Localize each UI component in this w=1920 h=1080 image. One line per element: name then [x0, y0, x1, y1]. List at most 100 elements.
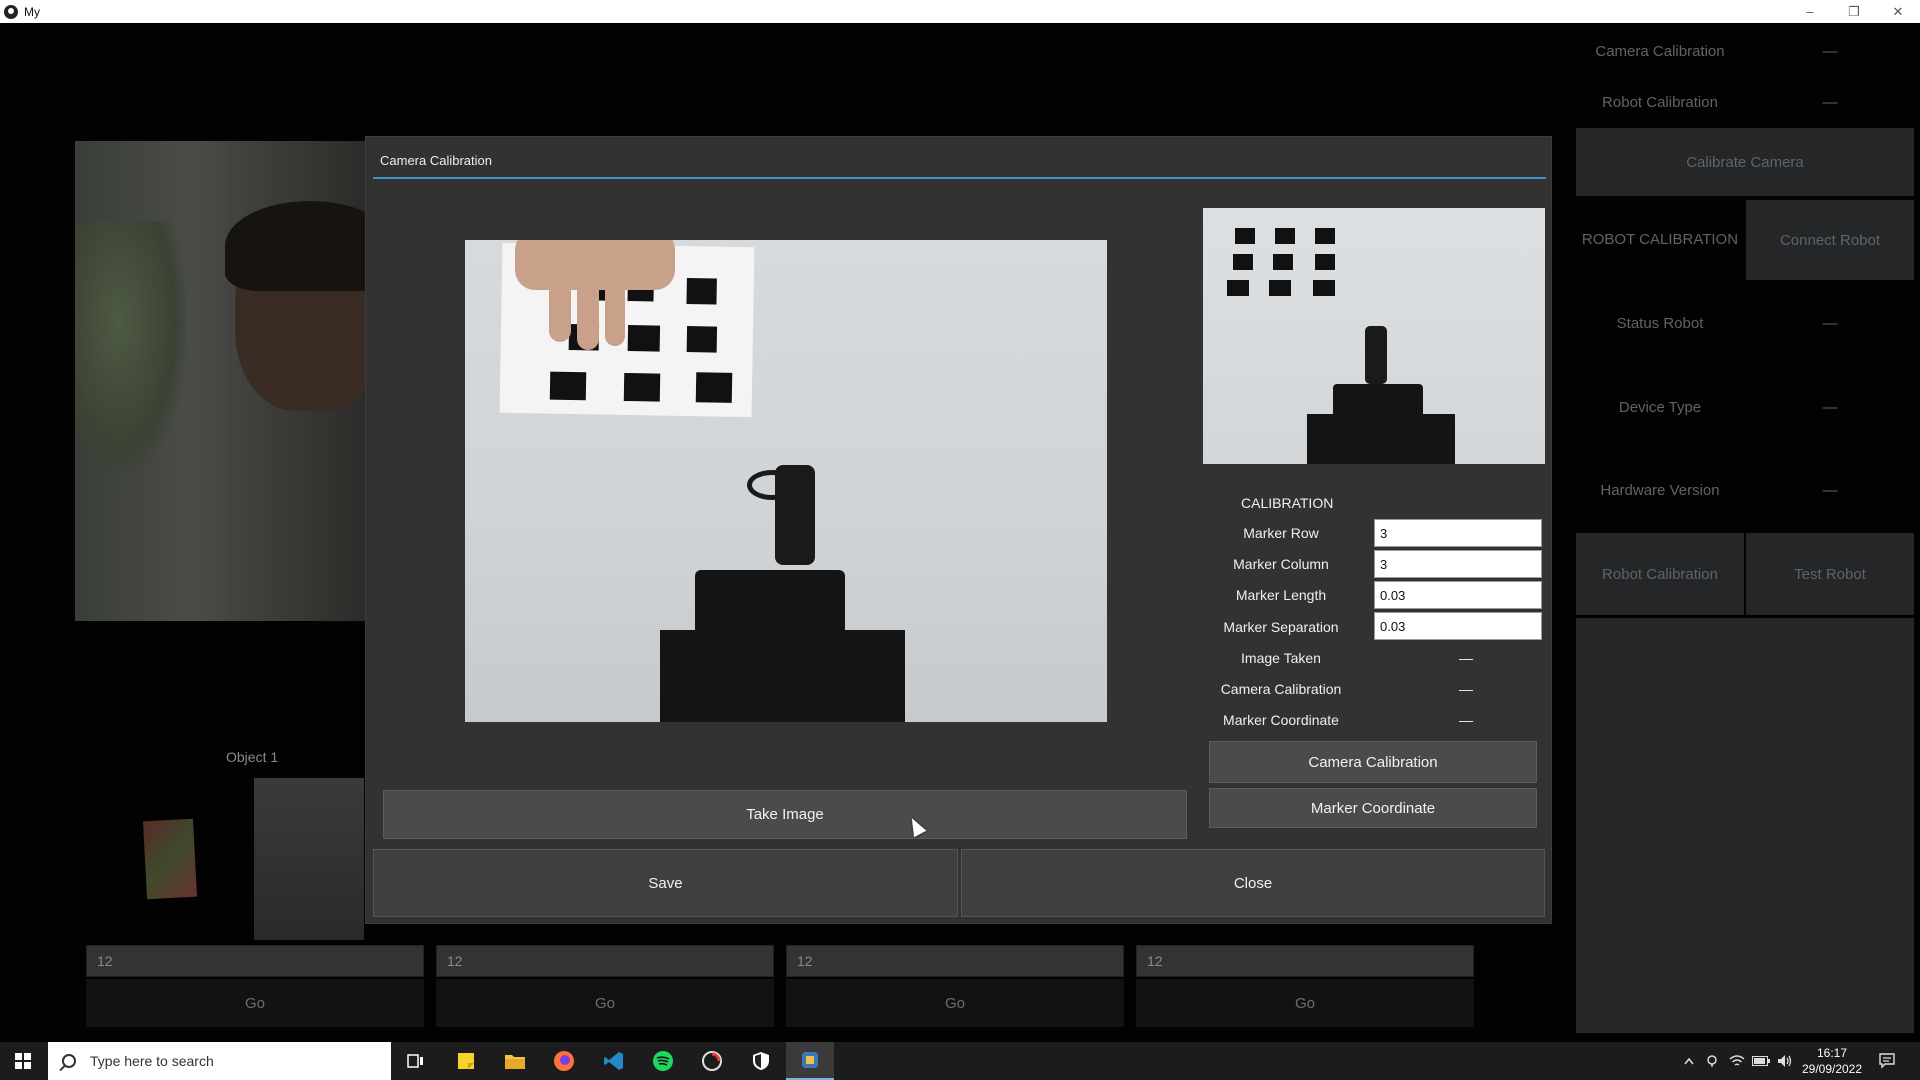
aruco-marker	[1313, 280, 1335, 296]
robot-cable	[747, 470, 797, 500]
take-image-button[interactable]: Take Image	[383, 790, 1187, 839]
volume-icon[interactable]	[1774, 1042, 1796, 1080]
marker-coordinate-status-value: —	[1459, 712, 1473, 728]
slot-4: 12 Go	[1136, 945, 1474, 1027]
task-view-icon[interactable]	[392, 1042, 440, 1080]
app-icon-red[interactable]	[688, 1042, 736, 1080]
close-button[interactable]: Close	[961, 849, 1545, 917]
robot-base-side	[1307, 414, 1343, 464]
camera-calibration-label: Camera Calibration	[1595, 43, 1725, 60]
slot-input[interactable]: 12	[86, 945, 424, 977]
taskbar-clock[interactable]: 16:17 29/09/2022	[1796, 1045, 1868, 1077]
sticky-notes-icon[interactable]	[442, 1042, 490, 1080]
aruco-marker	[1233, 254, 1253, 270]
marker-length-input[interactable]	[1374, 581, 1542, 609]
go-button[interactable]: Go	[436, 979, 774, 1027]
camera-calibration-status-value: —	[1459, 681, 1473, 697]
marker-column-label: Marker Column	[1233, 556, 1329, 572]
go-button[interactable]: Go	[1136, 979, 1474, 1027]
aruco-marker	[1235, 228, 1255, 244]
marker-coordinate-button[interactable]: Marker Coordinate	[1209, 788, 1537, 828]
tray-chevron-icon[interactable]	[1680, 1042, 1698, 1080]
finger	[577, 270, 599, 350]
calibration-preview	[1203, 208, 1545, 464]
camera-calibration-value: —	[1822, 43, 1838, 60]
window-title: My	[24, 4, 40, 19]
camera-calibration-dialog: Camera Calibration CALIBRATION Marker Ro…	[365, 136, 1552, 924]
slot-1: 12 Go	[86, 945, 424, 1027]
robot-base-side	[660, 630, 720, 722]
taskbar-search[interactable]: Type here to search	[48, 1042, 391, 1080]
active-app-icon[interactable]	[786, 1042, 834, 1080]
taskbar: Type here to search 16:17 29/09/2022	[0, 1042, 1920, 1080]
aruco-marker	[686, 326, 718, 353]
go-button[interactable]: Go	[86, 979, 424, 1027]
finger	[605, 270, 625, 346]
robot-calibration-button[interactable]: Robot Calibration	[1576, 533, 1744, 615]
app-icon	[4, 4, 18, 19]
hardware-version-label: Hardware Version	[1600, 482, 1720, 499]
camera-calibration-button[interactable]: Camera Calibration	[1209, 741, 1537, 783]
device-type-value: —	[1822, 399, 1838, 416]
battery-icon[interactable]	[1750, 1042, 1772, 1080]
object-label: Object 1	[226, 749, 279, 765]
webcam-feed	[75, 141, 395, 621]
image-taken-label: Image Taken	[1241, 650, 1321, 666]
status-robot-label: Status Robot	[1616, 315, 1704, 332]
aruco-marker	[1315, 254, 1335, 270]
wifi-icon[interactable]	[1726, 1042, 1748, 1080]
finger	[549, 270, 571, 342]
vscode-icon[interactable]	[590, 1042, 638, 1080]
aruco-marker	[1227, 280, 1249, 296]
window-controls: – ❐ ✕	[1788, 0, 1920, 23]
slot-3: 12 Go	[786, 945, 1124, 1027]
camera-preview	[465, 240, 1107, 722]
start-button[interactable]	[0, 1042, 46, 1080]
robot-calibration-value: —	[1822, 94, 1838, 111]
plant-background	[75, 221, 185, 471]
robot-base-side	[825, 630, 905, 722]
aruco-marker	[549, 371, 587, 401]
search-placeholder: Type here to search	[90, 1053, 214, 1069]
notification-icon[interactable]	[1872, 1042, 1902, 1080]
slot-input[interactable]: 12	[786, 945, 1124, 977]
marker-row-label: Marker Row	[1243, 525, 1319, 541]
marker-length-label: Marker Length	[1235, 587, 1327, 603]
security-shield-icon[interactable]	[737, 1042, 785, 1080]
aruco-marker	[686, 278, 717, 305]
slot-input[interactable]: 12	[1136, 945, 1474, 977]
calibrate-camera-button[interactable]: Calibrate Camera	[1576, 128, 1914, 196]
spotify-icon[interactable]	[639, 1042, 687, 1080]
hardware-version-value: —	[1822, 482, 1838, 499]
minimize-button[interactable]: –	[1788, 0, 1832, 23]
test-robot-button[interactable]: Test Robot	[1746, 533, 1914, 615]
aruco-marker	[627, 325, 661, 352]
close-window-button[interactable]: ✕	[1876, 0, 1920, 23]
marker-separation-input[interactable]	[1374, 612, 1542, 640]
app-window: My – ❐ ✕ Object 1 12 Go 12 Go 12 Go 12 G…	[0, 0, 1920, 1080]
robot-base	[1333, 384, 1423, 464]
aruco-marker	[1315, 228, 1335, 244]
robot-arm	[1365, 326, 1387, 384]
object-thumbnail	[142, 818, 198, 900]
status-robot-value: —	[1822, 315, 1838, 332]
firefox-icon[interactable]	[540, 1042, 588, 1080]
image-taken-value: —	[1459, 650, 1473, 666]
robot-base-side	[1415, 414, 1455, 464]
location-icon[interactable]	[1702, 1042, 1722, 1080]
go-button[interactable]: Go	[786, 979, 1124, 1027]
file-explorer-icon[interactable]	[491, 1042, 539, 1080]
connect-robot-button[interactable]: Connect Robot	[1746, 200, 1914, 280]
save-button[interactable]: Save	[373, 849, 958, 917]
object-image	[254, 778, 364, 940]
maximize-button[interactable]: ❐	[1832, 0, 1876, 23]
search-icon	[62, 1054, 76, 1068]
robot-calibration-heading: ROBOT CALIBRATION	[1581, 231, 1739, 248]
device-type-label: Device Type	[1618, 399, 1702, 416]
aruco-marker	[1269, 280, 1291, 296]
slot-input[interactable]: 12	[436, 945, 774, 977]
clock-date: 29/09/2022	[1801, 1062, 1863, 1076]
marker-row-input[interactable]	[1374, 519, 1542, 547]
aruco-marker	[1273, 254, 1293, 270]
marker-column-input[interactable]	[1374, 550, 1542, 578]
